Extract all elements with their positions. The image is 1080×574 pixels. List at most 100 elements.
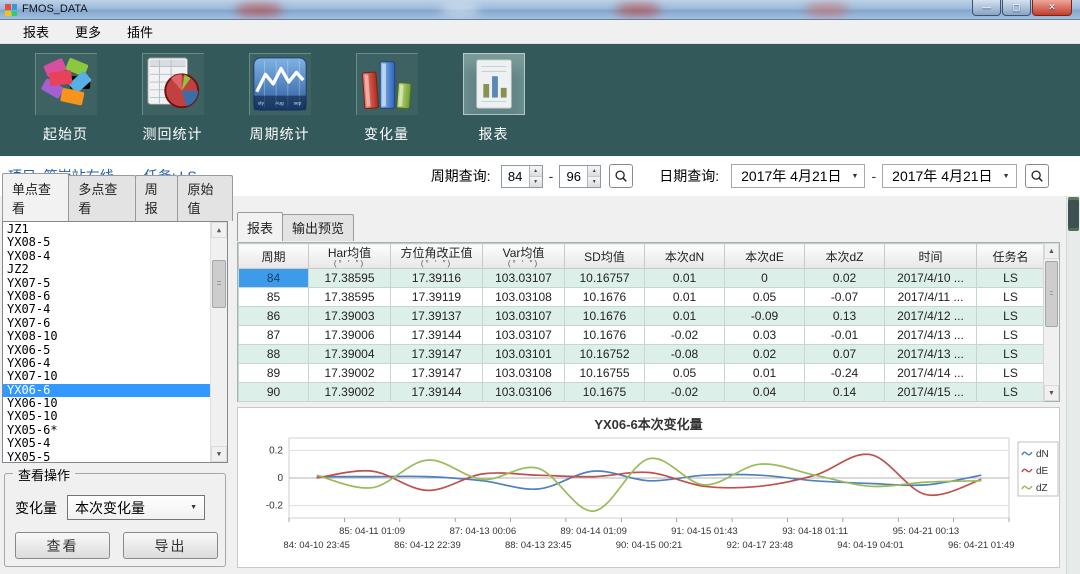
- list-item[interactable]: YX05-4: [3, 437, 210, 450]
- table-cell[interactable]: 0.07: [805, 345, 885, 364]
- table-cell[interactable]: 17.39144: [391, 383, 483, 402]
- table-cell[interactable]: 0.01: [645, 269, 725, 288]
- table-row[interactable]: 9017.3900217.39144103.0310610.1675-0.020…: [239, 383, 1045, 402]
- table-row[interactable]: 8817.3900417.39147103.0310110.16752-0.08…: [239, 345, 1045, 364]
- scroll-up-icon[interactable]: ▲: [211, 222, 227, 238]
- table-row[interactable]: 8517.3859517.39119103.0310810.16760.010.…: [239, 288, 1045, 307]
- table-row[interactable]: 8717.3900617.39144103.0310710.1676-0.020…: [239, 326, 1045, 345]
- tab-报表[interactable]: 报表: [237, 212, 283, 241]
- column-header-本次dE[interactable]: 本次dE: [725, 244, 805, 269]
- maximize-button[interactable]: ▢: [1002, 0, 1031, 16]
- table-cell[interactable]: 17.39137: [391, 307, 483, 326]
- column-header-Var均值[interactable]: Var均值(° ′ ″): [483, 244, 565, 269]
- table-cell[interactable]: 2017/4/14 ...: [885, 364, 977, 383]
- table-cell[interactable]: 85: [239, 288, 309, 307]
- table-cell[interactable]: 0.14: [805, 383, 885, 402]
- table-cell[interactable]: LS: [977, 326, 1045, 345]
- table-cell[interactable]: -0.09: [725, 307, 805, 326]
- table-cell[interactable]: LS: [977, 307, 1045, 326]
- list-item[interactable]: YX05-5: [3, 451, 210, 463]
- cycle-to-spinner[interactable]: 96 ▲▼: [559, 165, 601, 188]
- table-cell[interactable]: 10.1675: [565, 383, 645, 402]
- table-cell[interactable]: 103.03106: [483, 383, 565, 402]
- scroll-down-icon[interactable]: ▼: [211, 446, 227, 462]
- table-row[interactable]: 8417.3859517.39116103.0310710.167570.010…: [239, 269, 1045, 288]
- list-scrollbar[interactable]: ▲ ▼: [210, 222, 227, 462]
- table-cell[interactable]: 17.38595: [309, 269, 391, 288]
- cycle-search-button[interactable]: [609, 164, 633, 188]
- table-cell[interactable]: 0.02: [725, 345, 805, 364]
- table-cell[interactable]: 103.03107: [483, 326, 565, 345]
- scroll-down-icon[interactable]: ▼: [1044, 385, 1059, 401]
- table-row[interactable]: 8617.3900317.39137103.0310710.16760.01-0…: [239, 307, 1045, 326]
- table-cell[interactable]: 17.39002: [309, 383, 391, 402]
- list-item[interactable]: YX08-5: [3, 236, 210, 249]
- table-cell[interactable]: 103.03108: [483, 288, 565, 307]
- table-cell[interactable]: -0.02: [645, 326, 725, 345]
- table-cell[interactable]: 0.05: [725, 288, 805, 307]
- spin-down-icon[interactable]: ▼: [588, 177, 600, 187]
- scroll-thumb[interactable]: [212, 260, 226, 308]
- table-cell[interactable]: 0.05: [645, 364, 725, 383]
- cycle-to-value[interactable]: 96: [560, 166, 587, 187]
- table-row[interactable]: 8917.3900217.39147103.0310810.167550.050…: [239, 364, 1045, 383]
- cycle-from-spinner[interactable]: 84 ▲▼: [501, 165, 543, 188]
- list-item[interactable]: YX08-10: [3, 330, 210, 343]
- table-cell[interactable]: -0.24: [805, 364, 885, 383]
- spin-down-icon[interactable]: ▼: [530, 177, 542, 187]
- list-item[interactable]: YX07-6: [3, 317, 210, 330]
- list-item[interactable]: YX07-10: [3, 370, 210, 383]
- table-cell[interactable]: 89: [239, 364, 309, 383]
- column-header-周期[interactable]: 周期: [239, 244, 309, 269]
- menu-item-更多[interactable]: 更多: [62, 19, 114, 44]
- list-item[interactable]: YX05-10: [3, 410, 210, 423]
- table-cell[interactable]: 103.03107: [483, 269, 565, 288]
- toolbar-button-起始页[interactable]: 起始页: [16, 53, 115, 156]
- table-cell[interactable]: 17.39002: [309, 364, 391, 383]
- date-to-select[interactable]: 2017年 4月21日 ▼: [882, 164, 1016, 188]
- table-scrollbar[interactable]: ▲ ▼: [1043, 243, 1059, 401]
- date-search-button[interactable]: [1025, 164, 1049, 188]
- table-cell[interactable]: 17.38595: [309, 288, 391, 307]
- menu-item-插件[interactable]: 插件: [114, 19, 166, 44]
- view-button[interactable]: 查看: [15, 532, 110, 559]
- list-item[interactable]: JZ1: [3, 223, 210, 236]
- table-cell[interactable]: 90: [239, 383, 309, 402]
- table-cell[interactable]: 0.02: [805, 269, 885, 288]
- table-cell[interactable]: 2017/4/11 ...: [885, 288, 977, 307]
- minimize-button[interactable]: —: [972, 0, 1001, 16]
- scroll-up-icon[interactable]: ▲: [1044, 243, 1059, 259]
- cycle-from-value[interactable]: 84: [502, 166, 529, 187]
- list-item[interactable]: JZ2: [3, 263, 210, 276]
- table-cell[interactable]: 0.01: [725, 364, 805, 383]
- table-cell[interactable]: 88: [239, 345, 309, 364]
- list-item[interactable]: YX06-5: [3, 344, 210, 357]
- date-from-select[interactable]: 2017年 4月21日 ▼: [731, 164, 865, 188]
- table-cell[interactable]: 10.16757: [565, 269, 645, 288]
- list-item[interactable]: YX05-6*: [3, 424, 210, 437]
- table-cell[interactable]: 17.39006: [309, 326, 391, 345]
- table-cell[interactable]: 2017/4/15 ...: [885, 383, 977, 402]
- scroll-thumb[interactable]: [1068, 197, 1079, 231]
- spin-up-icon[interactable]: ▲: [530, 166, 542, 177]
- table-cell[interactable]: 0: [725, 269, 805, 288]
- toolbar-button-测回统计[interactable]: 测回统计: [123, 53, 222, 156]
- table-cell[interactable]: 0.03: [725, 326, 805, 345]
- table-cell[interactable]: 103.03107: [483, 307, 565, 326]
- table-cell[interactable]: 103.03108: [483, 364, 565, 383]
- menu-item-报表[interactable]: 报表: [10, 19, 62, 44]
- page-scrollbar[interactable]: [1066, 196, 1080, 574]
- list-item[interactable]: YX08-4: [3, 250, 210, 263]
- table-cell[interactable]: 0.04: [725, 383, 805, 402]
- table-cell[interactable]: 0.01: [645, 288, 725, 307]
- table-cell[interactable]: 10.16752: [565, 345, 645, 364]
- table-cell[interactable]: 10.1676: [565, 288, 645, 307]
- column-header-SD均值[interactable]: SD均值: [565, 244, 645, 269]
- table-cell[interactable]: 17.39147: [391, 364, 483, 383]
- toolbar-button-报表[interactable]: 报表: [444, 53, 543, 156]
- table-cell[interactable]: 2017/4/12 ...: [885, 307, 977, 326]
- list-item[interactable]: YX06-10: [3, 397, 210, 410]
- table-cell[interactable]: 87: [239, 326, 309, 345]
- table-cell[interactable]: 17.39004: [309, 345, 391, 364]
- table-cell[interactable]: -0.02: [645, 383, 725, 402]
